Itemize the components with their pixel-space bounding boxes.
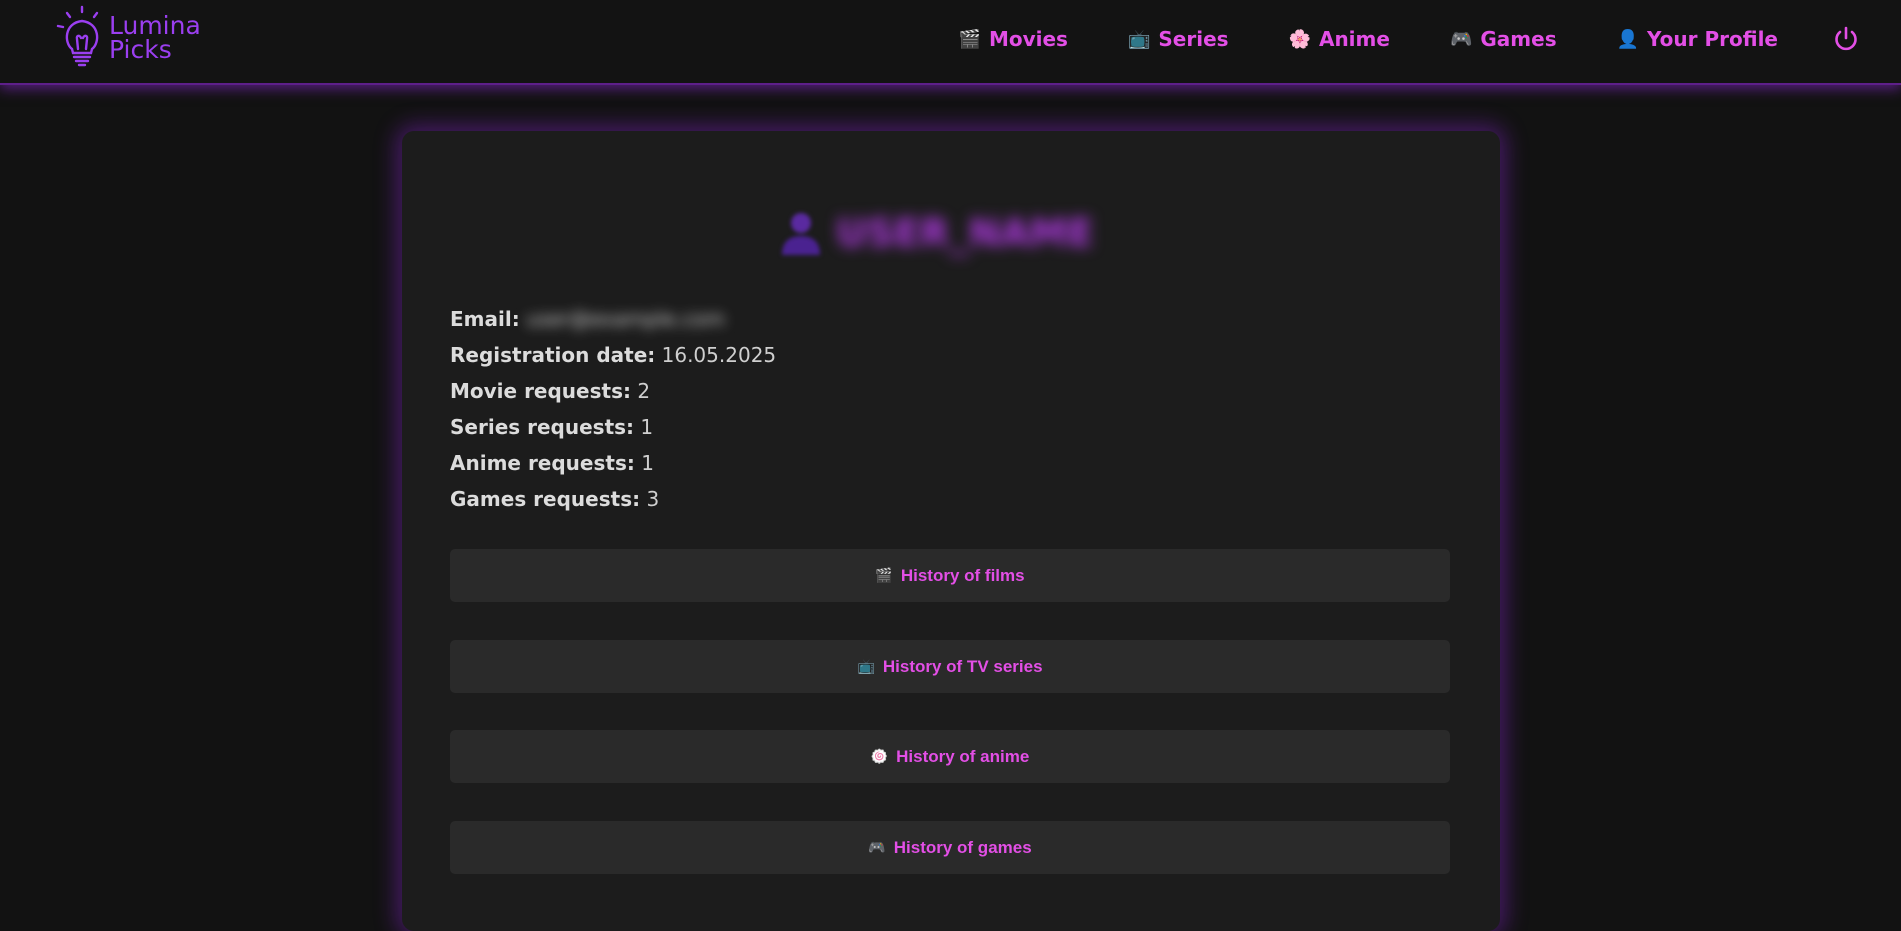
logo-text: Lumina Picks (109, 13, 201, 64)
gamepad-icon: 🎮 (1449, 28, 1473, 50)
movie-requests-value: 2 (637, 379, 651, 403)
email-value: user@example.com (526, 307, 725, 331)
nav-movies[interactable]: 🎬 Movies (959, 27, 1068, 51)
lightbulb-icon (56, 5, 99, 67)
movie-requests-row: Movie requests: 2 (450, 373, 776, 409)
fishcake-icon: 🍥 (870, 748, 889, 764)
blossom-icon: 🌸 (1288, 28, 1311, 50)
movie-requests-label: Movie requests: (450, 379, 631, 403)
nav-profile[interactable]: 👤 Your Profile (1617, 27, 1778, 51)
games-requests-value: 3 (646, 487, 660, 511)
games-requests-label: Games requests: (450, 487, 641, 511)
gamepad-icon: 🎮 (868, 839, 886, 855)
nav-games-label: Games (1480, 27, 1557, 51)
history-series-label: History of TV series (882, 656, 1043, 676)
history-films-button[interactable]: 🎬 History of films (450, 549, 1450, 602)
clapperboard-icon: 🎬 (958, 28, 981, 50)
nav-links: 🎬 Movies 📺 Series 🌸 Anime 🎮 Games 👤 Your… (959, 0, 1901, 78)
profile-card: USER_NAME Email: user@example.com Regist… (402, 131, 1500, 931)
logo[interactable]: Lumina Picks (54, 5, 201, 69)
nav-movies-label: Movies (988, 27, 1068, 51)
series-requests-label: Series requests: (450, 415, 635, 439)
tv-icon: 📺 (857, 658, 875, 674)
clapperboard-icon: 🎬 (875, 567, 893, 583)
anime-requests-value: 1 (641, 451, 654, 475)
series-requests-value: 1 (640, 415, 654, 439)
history-anime-label: History of anime (896, 746, 1030, 766)
games-requests-row: Games requests: 3 (450, 481, 776, 517)
history-series-button[interactable]: 📺 History of TV series (450, 640, 1450, 693)
series-requests-row: Series requests: 1 (450, 409, 776, 445)
nav-profile-label: Your Profile (1647, 27, 1778, 51)
logo-line-2: Picks (109, 35, 172, 64)
profile-info: Email: user@example.com Registration dat… (450, 301, 776, 517)
power-icon[interactable] (1833, 26, 1859, 52)
nav-games[interactable]: 🎮 Games (1450, 27, 1557, 51)
history-anime-button[interactable]: 🍥 History of anime (450, 730, 1450, 783)
history-games-button[interactable]: 🎮 History of games (450, 821, 1450, 874)
registration-value: 16.05.2025 (661, 343, 777, 367)
nav-series-label: Series (1158, 27, 1229, 51)
tv-icon: 📺 (1127, 28, 1151, 50)
user-icon: 👤 (1616, 28, 1640, 50)
top-navbar: Lumina Picks 🎬 Movies 📺 Series 🌸 Anime 🎮… (0, 0, 1901, 85)
profile-header: USER_NAME (780, 211, 1093, 255)
anime-requests-label: Anime requests: (450, 451, 635, 475)
username: USER_NAME (836, 211, 1094, 255)
registration-label: Registration date: (450, 343, 656, 367)
user-avatar-icon (782, 213, 820, 255)
nav-anime-label: Anime (1318, 27, 1390, 51)
registration-row: Registration date: 16.05.2025 (450, 337, 776, 373)
nav-anime[interactable]: 🌸 Anime (1289, 27, 1390, 51)
nav-series[interactable]: 📺 Series (1128, 27, 1229, 51)
history-films-label: History of films (900, 565, 1025, 585)
history-games-label: History of games (893, 837, 1032, 857)
anime-requests-row: Anime requests: 1 (450, 445, 776, 481)
email-label: Email: (450, 307, 520, 331)
email-row: Email: user@example.com (450, 301, 776, 337)
